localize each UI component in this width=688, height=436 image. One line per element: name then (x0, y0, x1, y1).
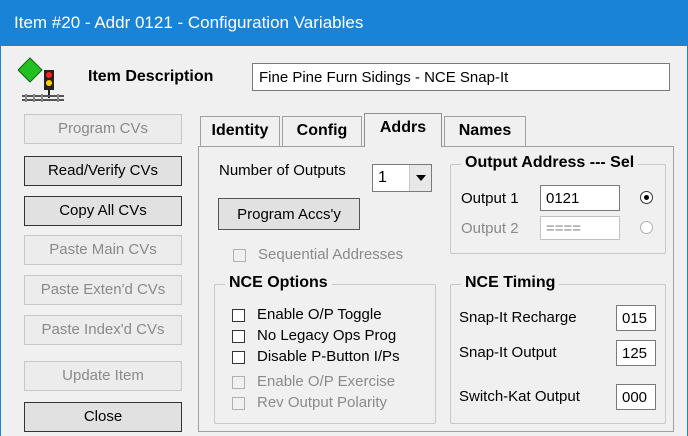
nce-timing-legend: NCE Timing (461, 274, 560, 292)
program-cvs-button[interactable]: Program CVs (24, 114, 182, 144)
enable-op-exercise-checkbox[interactable] (232, 376, 245, 389)
number-of-outputs-value: 1 (378, 169, 387, 186)
tab-names[interactable]: Names (444, 116, 526, 146)
sequential-addresses-label: Sequential Addresses (258, 246, 404, 263)
title-bar: Item #20 - Addr 0121 - Configuration Var… (0, 0, 688, 46)
accessory-signal-icon (17, 56, 66, 102)
chevron-down-icon[interactable] (409, 165, 431, 191)
output2-label: Output 2 (461, 220, 519, 237)
snapit-output-input[interactable] (616, 340, 656, 366)
switchkat-output-label: Switch-Kat Output (459, 388, 580, 405)
tab-config[interactable]: Config (282, 116, 362, 146)
sequential-addresses-checkbox[interactable] (233, 249, 246, 262)
switchkat-output-input[interactable] (616, 384, 656, 410)
paste-extend-cvs-button[interactable]: Paste Exten'd CVs (24, 275, 182, 305)
copy-all-cvs-button[interactable]: Copy All CVs (24, 196, 182, 226)
output2-address-input[interactable] (540, 216, 620, 240)
no-legacy-ops-prog-label: No Legacy Ops Prog (257, 327, 397, 344)
window-border-left (0, 46, 1, 436)
rev-output-polarity-checkbox[interactable] (232, 397, 245, 410)
disable-pbutton-label: Disable P-Button I/Ps (257, 348, 400, 365)
update-item-button[interactable]: Update Item (24, 361, 182, 391)
output-address-legend: Output Address --- Sel (461, 154, 639, 172)
number-of-outputs-select[interactable]: 1 (372, 164, 432, 192)
paste-main-cvs-button[interactable]: Paste Main CVs (24, 235, 182, 265)
item-description-input[interactable] (252, 63, 670, 91)
output1-label: Output 1 (461, 190, 519, 207)
output2-select-radio[interactable] (640, 221, 653, 234)
paste-index-cvs-button[interactable]: Paste Index'd CVs (24, 315, 182, 345)
snapit-recharge-label: Snap-It Recharge (459, 309, 577, 326)
tab-identity[interactable]: Identity (200, 116, 280, 146)
no-legacy-ops-prog-checkbox[interactable] (232, 330, 245, 343)
snapit-output-label: Snap-It Output (459, 344, 557, 361)
number-of-outputs-label: Number of Outputs (219, 162, 346, 179)
window-title: Item #20 - Addr 0121 - Configuration Var… (14, 13, 364, 32)
output1-address-input[interactable] (540, 185, 620, 211)
close-button[interactable]: Close (24, 402, 182, 432)
read-verify-cvs-button[interactable]: Read/Verify CVs (24, 156, 182, 186)
enable-op-toggle-checkbox[interactable] (232, 309, 245, 322)
snapit-recharge-input[interactable] (616, 305, 656, 331)
output1-select-radio[interactable] (640, 191, 653, 204)
item-description-label: Item Description (88, 68, 214, 85)
tab-addrs[interactable]: Addrs (364, 113, 442, 147)
program-accsy-button[interactable]: Program Accs'y (218, 198, 360, 230)
enable-op-toggle-label: Enable O/P Toggle (257, 306, 382, 323)
nce-options-legend: NCE Options (225, 274, 332, 292)
rev-output-polarity-label: Rev Output Polarity (257, 394, 388, 411)
disable-pbutton-checkbox[interactable] (232, 351, 245, 364)
radio-selected-dot (644, 195, 649, 200)
enable-op-exercise-label: Enable O/P Exercise (257, 373, 396, 390)
